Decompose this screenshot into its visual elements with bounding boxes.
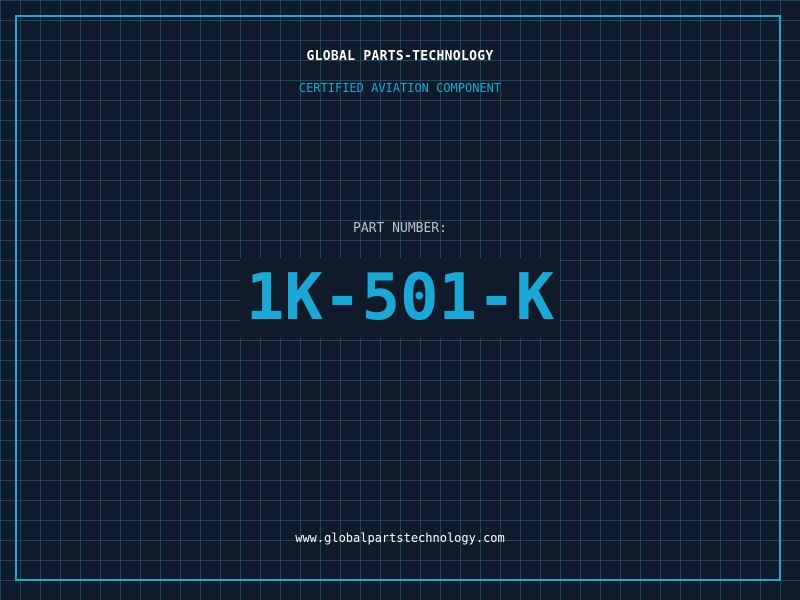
part-number-container: 1K-501-K [0,258,800,338]
company-name: GLOBAL PARTS-TECHNOLOGY [306,49,494,64]
part-number-value: 1K-501-K [239,258,561,338]
certification-tagline: CERTIFIED AVIATION COMPONENT [298,81,502,95]
part-number-label: PART NUMBER: [353,221,447,236]
website-url[interactable]: www.globalpartstechnology.com [0,531,800,545]
part-label-canvas: GLOBAL PARTS-TECHNOLOGY CERTIFIED AVIATI… [0,0,800,600]
